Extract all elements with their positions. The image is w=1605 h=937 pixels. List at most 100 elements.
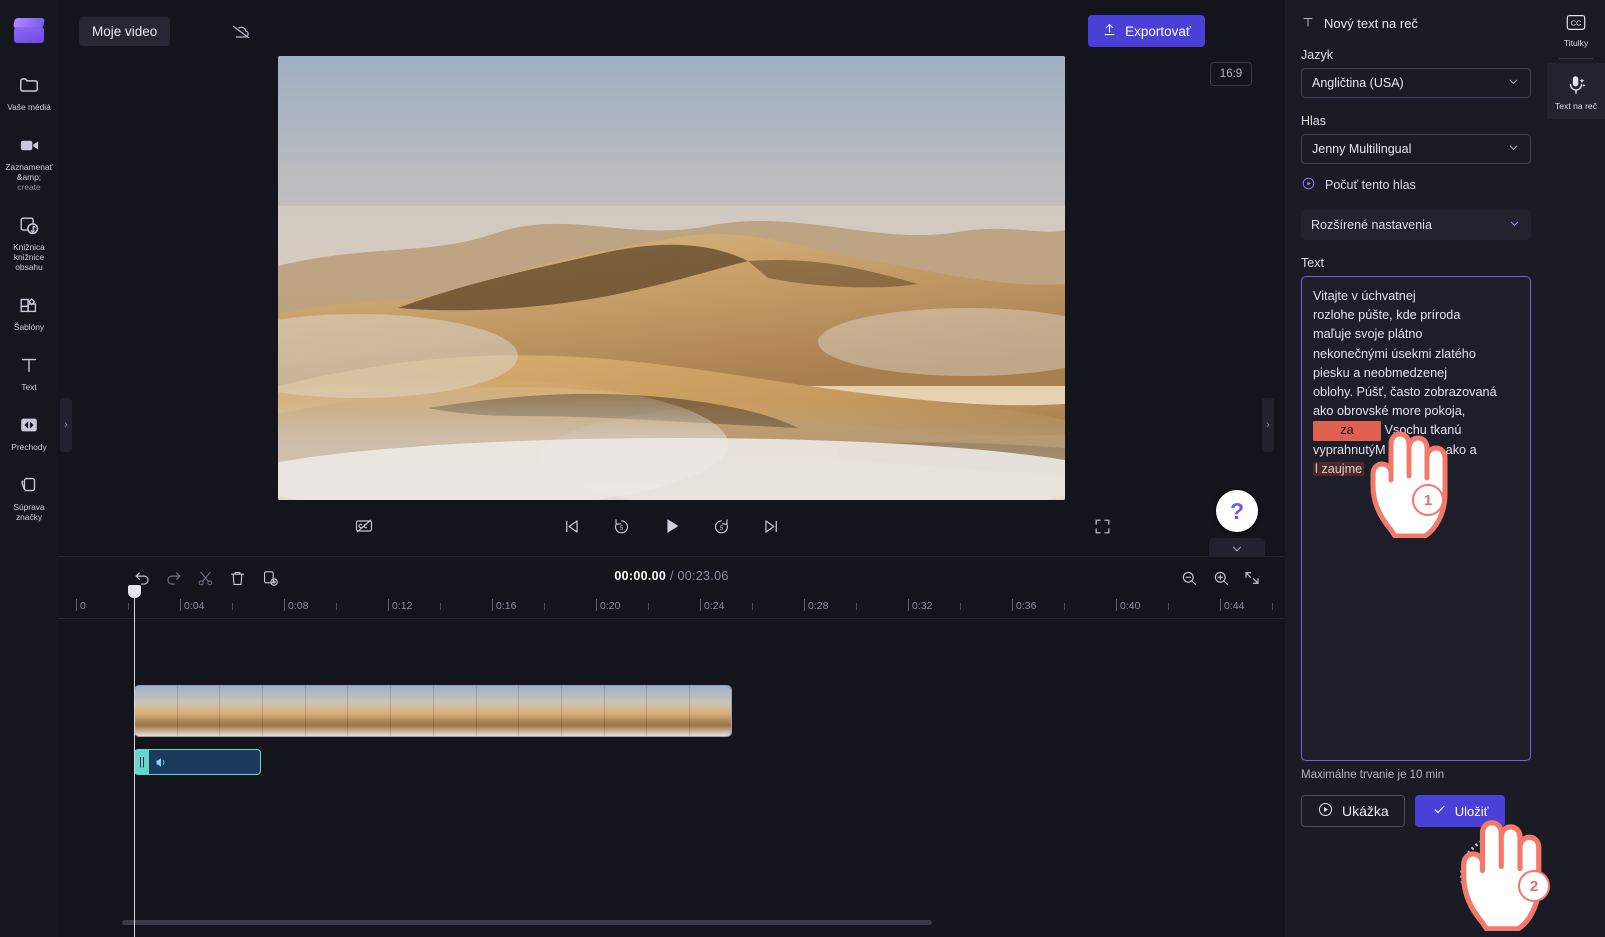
sidebar-item-templates[interactable]: Šablóny bbox=[0, 290, 58, 334]
chevron-down-icon bbox=[1507, 75, 1520, 91]
player-controls: 5 5 bbox=[58, 502, 1285, 550]
rewind-5s-button[interactable]: 5 bbox=[608, 512, 636, 540]
sidebar-item-transitions[interactable]: Prechody bbox=[0, 410, 58, 454]
check-icon bbox=[1432, 802, 1447, 820]
ruler-tick-minor bbox=[648, 603, 649, 610]
sidebar-item-record-create[interactable]: Zaznamenať &amp; create bbox=[0, 130, 58, 194]
svg-text:5: 5 bbox=[620, 524, 624, 531]
sidebar-item-brand-kit[interactable]: Súprava značky bbox=[0, 470, 58, 524]
save-button[interactable]: Uložiť bbox=[1414, 795, 1506, 827]
svg-text:5: 5 bbox=[720, 524, 724, 531]
text-to-speech-panel: Nový text na reč Jazyk Angličtina (USA) … bbox=[1285, 0, 1547, 937]
annotation-step-badge-1: 1 bbox=[1412, 484, 1444, 516]
clipchamp-logo bbox=[13, 16, 45, 44]
forward-5s-button[interactable]: 5 bbox=[708, 512, 736, 540]
clip-thumbnail bbox=[135, 686, 178, 736]
cloud-off-icon[interactable] bbox=[226, 17, 256, 46]
preview-button[interactable]: Ukážka bbox=[1301, 795, 1405, 827]
save-label: Uložiť bbox=[1454, 803, 1489, 819]
fit-to-screen-button[interactable] bbox=[1239, 565, 1265, 591]
text-icon bbox=[16, 352, 42, 378]
sidebar-item-your-media[interactable]: Vaše médiá bbox=[0, 70, 58, 114]
svg-text:CC: CC bbox=[1571, 18, 1582, 27]
zoom-out-button[interactable] bbox=[1176, 565, 1202, 591]
tab-label: Text na reč bbox=[1554, 101, 1598, 111]
text-after-highlight: Vsochu tkanú bbox=[1384, 423, 1462, 438]
text-line-9-tail: ako a bbox=[1445, 442, 1477, 457]
clip-thumbnail bbox=[177, 686, 221, 736]
export-button[interactable]: Exportovať bbox=[1088, 15, 1205, 47]
export-label: Exportovať bbox=[1125, 23, 1191, 39]
help-button[interactable]: ? bbox=[1216, 490, 1258, 532]
left-sidebar: Vaše médiá Zaznamenať &amp; create Knižn… bbox=[0, 0, 58, 937]
transitions-icon bbox=[16, 412, 42, 438]
tab-subtitles[interactable]: CC Titulky bbox=[1547, 0, 1605, 56]
voice-value: Jenny Multilingual bbox=[1312, 142, 1412, 156]
text-label: Text bbox=[1301, 256, 1324, 270]
video-preview[interactable] bbox=[278, 56, 1065, 500]
skip-to-start-button[interactable] bbox=[558, 512, 586, 540]
fullscreen-icon[interactable] bbox=[1088, 512, 1116, 540]
annotation-step-badge-2: 2 bbox=[1518, 870, 1550, 902]
text-line: oblohy. Púšť, často zobrazovaná bbox=[1313, 385, 1497, 400]
ruler-tick-minor bbox=[752, 603, 753, 610]
advanced-label: Rozšírené nastavenia bbox=[1311, 218, 1432, 232]
clip-thumbnail bbox=[647, 686, 690, 736]
ruler-label: 0:12 bbox=[392, 600, 413, 612]
timeline-ruler[interactable]: 0 0:04 0:08 0:12 0:16 0:20 0:24 0:28 0:32 0:36 0:4… bbox=[58, 597, 1285, 619]
listen-to-voice-button[interactable]: Počuť tento hlas bbox=[1301, 176, 1531, 194]
text-line-highlighted-dark: l zaujme bbox=[1313, 460, 1520, 479]
listen-label: Počuť tento hlas bbox=[1325, 178, 1416, 192]
ruler-label: 0:28 bbox=[808, 600, 829, 612]
text-input-area[interactable]: Vitajte v úchvatnej rozlohe púšte, kde p… bbox=[1301, 276, 1531, 761]
video-clip[interactable] bbox=[134, 685, 732, 737]
sidebar-label-secondary: create bbox=[17, 182, 41, 192]
main-area: Moje video Exportovať 16:9 5 5 ? 00:00.0… bbox=[58, 0, 1285, 937]
ruler-tick-minor bbox=[1168, 603, 1169, 610]
timeline: 00:00.00 / 00:23.06 0 0:04 0:08 0:12 0:1… bbox=[58, 556, 1285, 937]
help-label: ? bbox=[1229, 497, 1245, 524]
playhead[interactable] bbox=[128, 585, 141, 937]
language-select[interactable]: Angličtina (USA) bbox=[1301, 68, 1531, 98]
highlight-dark: l zaujme bbox=[1313, 461, 1365, 476]
clip-trim-handle[interactable]: || bbox=[135, 750, 149, 774]
expand-right-panel-button[interactable]: › bbox=[1262, 398, 1274, 452]
ruler-label: 0:44 bbox=[1224, 600, 1245, 612]
clip-thumbnail bbox=[689, 686, 731, 736]
tab-text-to-speech[interactable]: Text na reč bbox=[1547, 63, 1605, 119]
clip-thumbnail bbox=[220, 686, 264, 736]
skip-to-end-button[interactable] bbox=[758, 512, 786, 540]
templates-icon bbox=[16, 292, 42, 318]
ruler-label: 0:36 bbox=[1016, 600, 1037, 612]
expand-left-panel-button[interactable]: › bbox=[60, 398, 72, 452]
sidebar-label: Prechody bbox=[11, 442, 47, 452]
ruler-tick-minor bbox=[440, 603, 441, 610]
sidebar-item-text[interactable]: Text bbox=[0, 350, 58, 394]
preview-label: Ukážka bbox=[1342, 803, 1389, 819]
timeline-scrollbar[interactable] bbox=[122, 920, 932, 925]
clip-thumbnail bbox=[519, 686, 562, 736]
sidebar-item-content-library[interactable]: Knižnica knižnice obsahu bbox=[0, 210, 58, 274]
ruler-label: 0:24 bbox=[704, 600, 725, 612]
sidebar-label: Šablóny bbox=[13, 322, 45, 332]
tab-label: Titulky bbox=[1563, 38, 1589, 48]
chevron-down-icon bbox=[1508, 217, 1521, 233]
project-name-button[interactable]: Moje video bbox=[79, 17, 171, 46]
content-library-icon bbox=[16, 212, 42, 238]
clip-thumbnail bbox=[476, 686, 520, 736]
desert-dunes-image bbox=[278, 56, 1065, 500]
clip-thumbnail bbox=[263, 686, 306, 736]
sidebar-label: Súprava značky bbox=[13, 502, 45, 522]
text-icon bbox=[1301, 15, 1315, 32]
clip-thumbnail bbox=[348, 686, 392, 736]
text-to-speech-clip[interactable]: || bbox=[134, 749, 261, 775]
play-button[interactable] bbox=[658, 512, 686, 540]
zoom-in-button[interactable] bbox=[1208, 565, 1234, 591]
advanced-settings-accordion[interactable]: Rozšírené nastavenia bbox=[1301, 210, 1531, 240]
language-value: Angličtina (USA) bbox=[1312, 76, 1404, 90]
sidebar-label: Knižnica knižnice obsahu bbox=[13, 242, 45, 272]
text-line: Vitajte v úchvatnej bbox=[1313, 289, 1416, 303]
voice-select[interactable]: Jenny Multilingual bbox=[1301, 134, 1531, 164]
duration-note: Maximálne trvanie je 10 min bbox=[1301, 769, 1445, 781]
video-camera-icon bbox=[16, 132, 42, 158]
